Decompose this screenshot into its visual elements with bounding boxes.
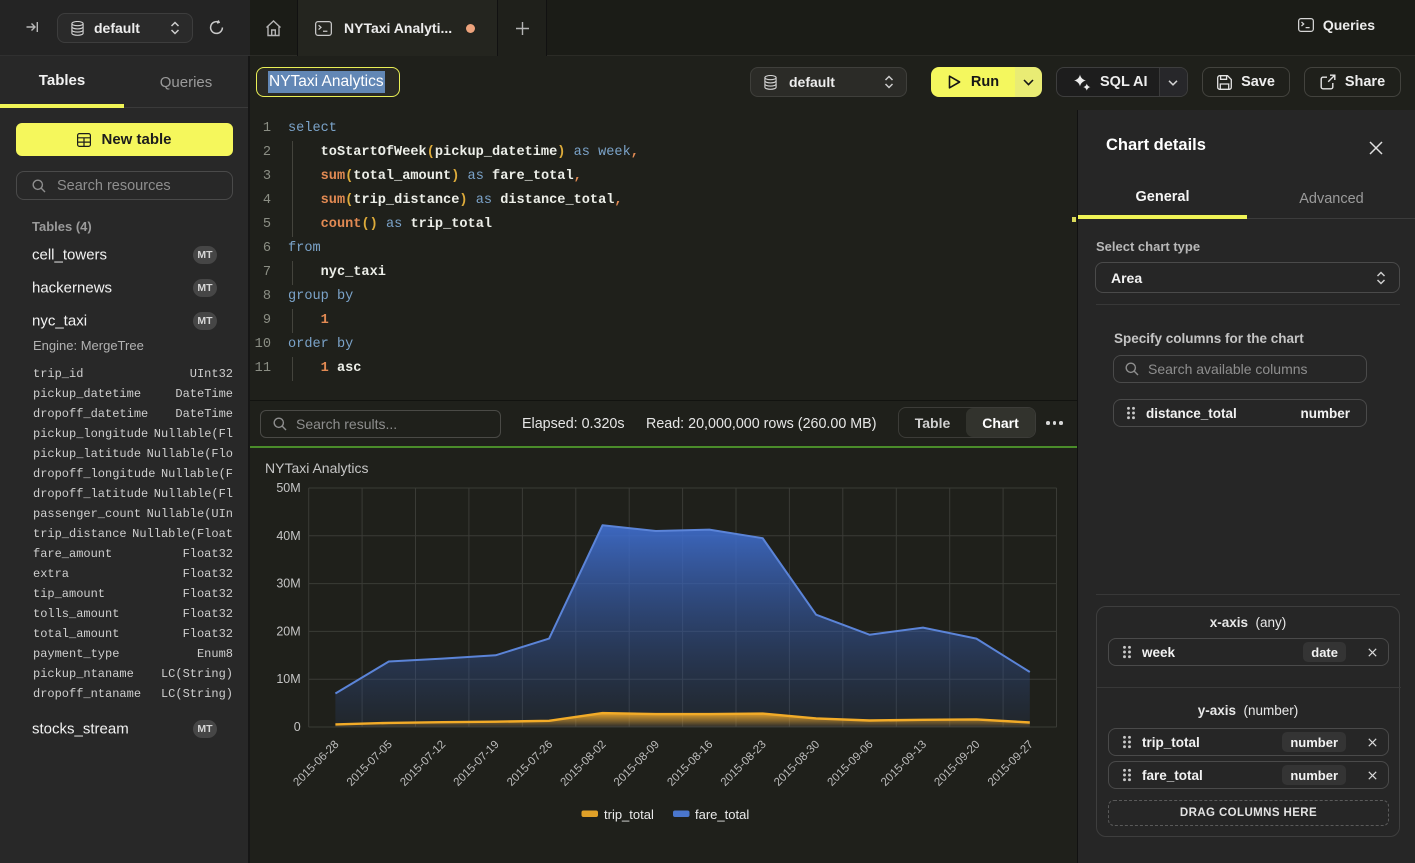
svg-text:fare_total: fare_total: [695, 807, 749, 822]
svg-text:2015-08-16: 2015-08-16: [665, 739, 715, 789]
svg-text:50M: 50M: [276, 481, 300, 495]
svg-text:2015-07-19: 2015-07-19: [452, 739, 502, 789]
svg-text:10M: 10M: [276, 672, 300, 686]
svg-text:2015-07-26: 2015-07-26: [505, 739, 555, 789]
svg-text:2015-08-23: 2015-08-23: [719, 739, 769, 789]
svg-text:trip_total: trip_total: [604, 807, 654, 822]
svg-text:2015-09-06: 2015-09-06: [826, 739, 876, 789]
svg-text:30M: 30M: [276, 577, 300, 591]
svg-text:40M: 40M: [276, 529, 300, 543]
svg-text:2015-09-20: 2015-09-20: [932, 739, 982, 789]
svg-text:2015-06-28: 2015-06-28: [291, 739, 341, 789]
svg-text:0: 0: [294, 720, 301, 734]
svg-text:2015-08-02: 2015-08-02: [559, 739, 609, 789]
svg-text:2015-07-05: 2015-07-05: [345, 739, 395, 789]
svg-text:2015-07-12: 2015-07-12: [398, 739, 448, 789]
svg-text:2015-08-09: 2015-08-09: [612, 739, 662, 789]
svg-text:NYTaxi Analytics: NYTaxi Analytics: [265, 460, 368, 476]
svg-text:2015-08-30: 2015-08-30: [772, 739, 822, 789]
svg-text:2015-09-13: 2015-09-13: [879, 739, 929, 789]
svg-text:20M: 20M: [276, 624, 300, 638]
svg-text:2015-09-27: 2015-09-27: [986, 739, 1036, 789]
